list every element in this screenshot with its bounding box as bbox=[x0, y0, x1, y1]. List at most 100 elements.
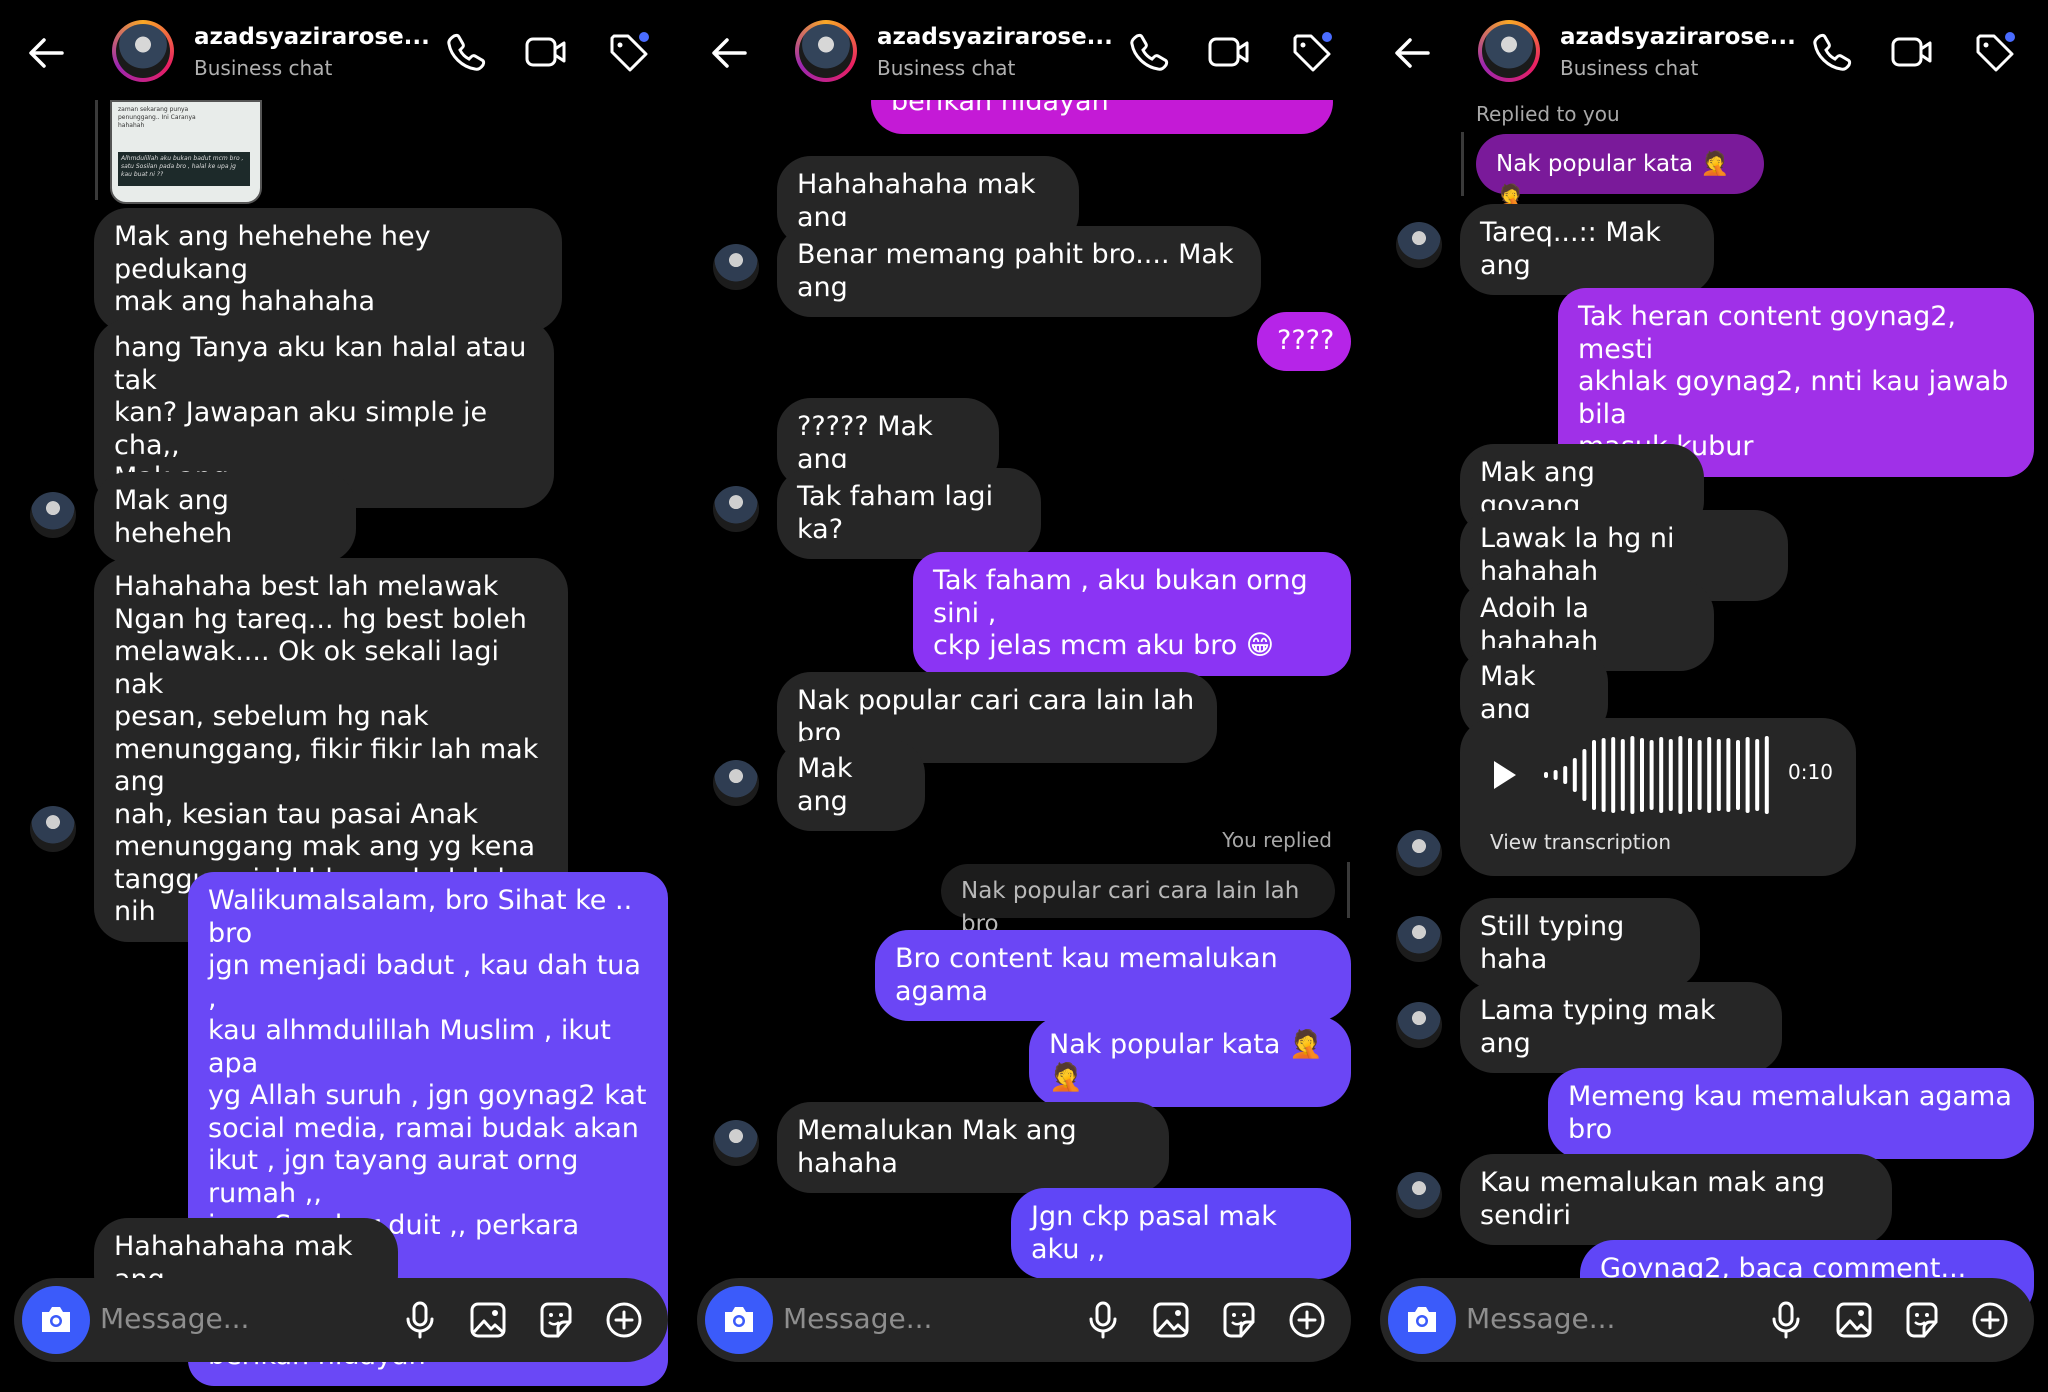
contact-subtitle: Business chat bbox=[877, 56, 1016, 80]
quoted-message[interactable]: Nak popular kata 🤦🤦 bbox=[1476, 134, 1764, 210]
waveform-bar bbox=[1649, 740, 1654, 810]
message-bubble[interactable]: Kau memalukan mak ang sendiri bbox=[1460, 1154, 1892, 1245]
avatar[interactable] bbox=[713, 486, 759, 532]
camera-button[interactable] bbox=[705, 1286, 773, 1354]
message-bubble[interactable]: Memalukan Mak ang hahaha bbox=[777, 1102, 1169, 1193]
camera-button[interactable] bbox=[22, 1286, 90, 1354]
contact-name[interactable]: azadsyazirarose... bbox=[877, 24, 1113, 50]
microphone-icon[interactable] bbox=[400, 1300, 440, 1340]
message-composer: Message... bbox=[1380, 1278, 2034, 1362]
waveform-bar bbox=[1726, 738, 1731, 812]
message-list[interactable]: zaman sekarang punya penunggang.. Ini Ca… bbox=[0, 0, 683, 1392]
avatar[interactable] bbox=[1396, 830, 1442, 876]
message-list[interactable]: Replied to you Nak popular kata 🤦🤦 Tareq… bbox=[1366, 0, 2048, 1392]
waveform-bar bbox=[1620, 739, 1625, 811]
microphone-icon[interactable] bbox=[1083, 1300, 1123, 1340]
chat-header: azadsyazirarose... Business chat bbox=[1366, 0, 2048, 100]
message-bubble-outgoing[interactable]: Jgn ckp pasal mak aku ,, bbox=[1011, 1188, 1351, 1279]
message-bubble[interactable]: Lama typing mak ang bbox=[1460, 982, 1782, 1073]
message-bubble[interactable]: Still typing haha bbox=[1460, 898, 1700, 989]
waveform-bar bbox=[1688, 738, 1692, 812]
waveform-bar bbox=[1736, 740, 1740, 810]
message-bubble-outgoing[interactable]: Bro content kau memalukan agama bbox=[875, 930, 1351, 1021]
waveform-bar bbox=[1582, 749, 1587, 801]
sticker-icon[interactable] bbox=[1902, 1300, 1942, 1340]
plus-circle-icon[interactable] bbox=[1287, 1300, 1327, 1340]
waveform-bar bbox=[1544, 772, 1548, 778]
view-transcription-link[interactable]: View transcription bbox=[1490, 830, 1671, 854]
message-bubble-outgoing[interactable]: Memeng kau memalukan agama bro bbox=[1548, 1068, 2034, 1159]
message-list[interactable]: berikan hidayah Hahahahaha mak ang Benar… bbox=[683, 0, 1366, 1392]
message-bubble[interactable]: Tareq...:: Mak ang bbox=[1460, 204, 1714, 295]
waveform-bar bbox=[1755, 739, 1760, 811]
tag-icon[interactable] bbox=[1972, 30, 2016, 74]
message-bubble[interactable]: Tak faham lagi ka? bbox=[777, 468, 1041, 559]
contact-name[interactable]: azadsyazirarose... bbox=[194, 24, 430, 50]
camera-button[interactable] bbox=[1388, 1286, 1456, 1354]
message-bubble[interactable]: Mak ang hehehehe hey pedukang mak ang ha… bbox=[94, 208, 562, 332]
microphone-icon[interactable] bbox=[1766, 1300, 1806, 1340]
chat-header: azadsyazirarose... Business chat bbox=[683, 0, 1366, 100]
message-bubble[interactable]: Benar memang pahit bro.... Mak ang bbox=[777, 226, 1261, 317]
sticker-icon[interactable] bbox=[536, 1300, 576, 1340]
waveform-bar bbox=[1697, 740, 1702, 810]
arrow-left-icon[interactable] bbox=[24, 30, 70, 76]
avatar[interactable] bbox=[30, 806, 76, 852]
plus-circle-icon[interactable] bbox=[604, 1300, 644, 1340]
chat-panel-1: zaman sekarang punya penunggang.. Ini Ca… bbox=[0, 0, 683, 1392]
tag-icon[interactable] bbox=[606, 30, 650, 74]
video-camera-icon[interactable] bbox=[1207, 30, 1251, 74]
avatar[interactable] bbox=[713, 244, 759, 290]
avatar[interactable] bbox=[1478, 20, 1540, 82]
waveform-bar bbox=[1668, 739, 1673, 811]
message-bubble-outgoing[interactable]: ???? bbox=[1257, 312, 1351, 371]
waveform-bar bbox=[1764, 736, 1769, 814]
phone-icon[interactable] bbox=[1810, 30, 1854, 74]
image-icon[interactable] bbox=[1151, 1300, 1191, 1340]
message-bubble[interactable]: Mak ang bbox=[777, 740, 925, 831]
avatar[interactable] bbox=[1396, 916, 1442, 962]
voice-message[interactable]: 0:10 View transcription bbox=[1460, 718, 1856, 876]
phone-icon[interactable] bbox=[444, 30, 488, 74]
shared-image-thumbnail[interactable]: zaman sekarang punya penunggang.. Ini Ca… bbox=[110, 100, 262, 204]
sticker-icon[interactable] bbox=[1219, 1300, 1259, 1340]
arrow-left-icon[interactable] bbox=[707, 30, 753, 76]
avatar[interactable] bbox=[1396, 1002, 1442, 1048]
quoted-message[interactable]: Nak popular cari cara lain lah bro bbox=[941, 864, 1335, 937]
avatar[interactable] bbox=[112, 20, 174, 82]
avatar[interactable] bbox=[713, 1120, 759, 1166]
video-camera-icon[interactable] bbox=[1890, 30, 1934, 74]
phone-icon[interactable] bbox=[1127, 30, 1171, 74]
chat-header: azadsyazirarose... Business chat bbox=[0, 0, 683, 100]
avatar[interactable] bbox=[795, 20, 857, 82]
message-bubble-outgoing[interactable]: Nak popular kata 🤦🤦 bbox=[1029, 1016, 1351, 1107]
waveform-bar bbox=[1601, 738, 1606, 812]
waveform bbox=[1544, 736, 1769, 814]
video-camera-icon[interactable] bbox=[524, 30, 568, 74]
chat-panel-2: berikan hidayah Hahahahaha mak ang Benar… bbox=[683, 0, 1366, 1392]
image-icon[interactable] bbox=[1834, 1300, 1874, 1340]
arrow-left-icon[interactable] bbox=[1390, 30, 1436, 76]
reply-line bbox=[1461, 132, 1464, 196]
image-icon[interactable] bbox=[468, 1300, 508, 1340]
contact-subtitle: Business chat bbox=[1560, 56, 1699, 80]
message-bubble-outgoing[interactable]: Tak faham , aku bukan orng sini , ckp je… bbox=[913, 552, 1351, 676]
message-input[interactable]: Message... bbox=[783, 1302, 932, 1335]
camera-icon bbox=[42, 1307, 70, 1332]
thumbnail-text: Alhmdulillah aku bukan badut mcm bro , s… bbox=[118, 152, 250, 186]
contact-name[interactable]: azadsyazirarose... bbox=[1560, 24, 1796, 50]
reply-label: You replied bbox=[1222, 828, 1332, 852]
tag-icon[interactable] bbox=[1289, 30, 1333, 74]
avatar[interactable] bbox=[1396, 222, 1442, 268]
message-bubble[interactable]: Mak ang heheheh bbox=[94, 472, 356, 563]
message-input[interactable]: Message... bbox=[100, 1302, 249, 1335]
avatar[interactable] bbox=[1396, 1172, 1442, 1218]
message-composer: Message... bbox=[697, 1278, 1351, 1362]
avatar[interactable] bbox=[30, 492, 76, 538]
waveform-bar bbox=[1745, 737, 1750, 813]
message-input[interactable]: Message... bbox=[1466, 1302, 1615, 1335]
avatar[interactable] bbox=[713, 760, 759, 806]
waveform-bar bbox=[1563, 766, 1568, 784]
play-icon[interactable] bbox=[1490, 758, 1518, 792]
plus-circle-icon[interactable] bbox=[1970, 1300, 2010, 1340]
